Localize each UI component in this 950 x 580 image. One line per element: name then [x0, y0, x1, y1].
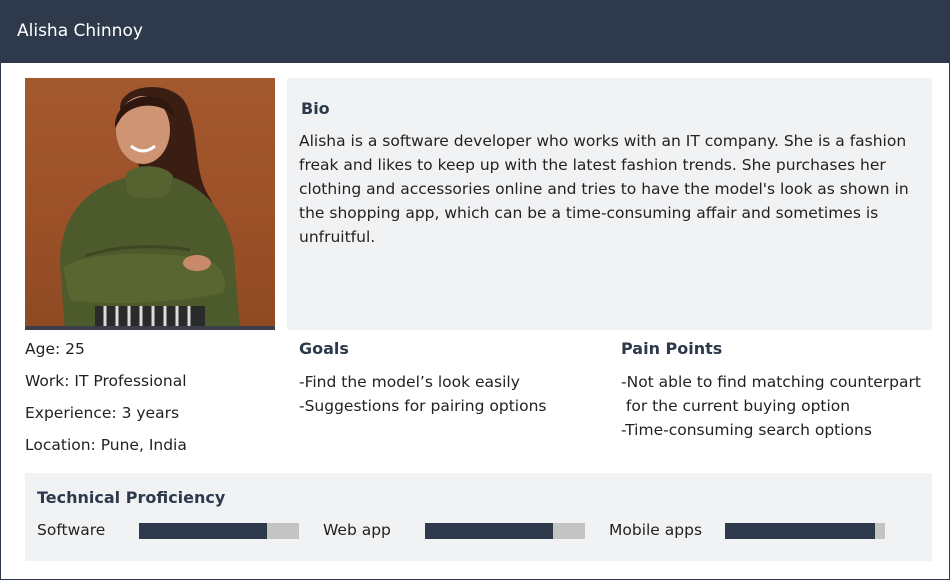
- pain-point-item: for the current buying option: [621, 397, 851, 415]
- detail-work: Work: IT Professional: [25, 372, 187, 390]
- bio-text: Alisha is a software developer who works…: [299, 132, 909, 246]
- goals-section: Goals -Find the model’s look easily -Sug…: [299, 338, 599, 418]
- pain-point-item: -Not able to find matching counterpart: [621, 373, 921, 391]
- skill-bar-mobile-apps: [725, 523, 885, 539]
- detail-age: Age: 25: [25, 340, 85, 358]
- pain-point-item: -Time-consuming search options: [621, 421, 872, 439]
- persona-photo: [25, 78, 275, 330]
- skill-bar-fill: [139, 523, 267, 539]
- skill-bar-web-app: [425, 523, 585, 539]
- technical-proficiency-heading: Technical Proficiency: [37, 488, 226, 507]
- pain-points-heading: Pain Points: [621, 339, 723, 358]
- pain-points-section: Pain Points -Not able to find matching c…: [621, 338, 931, 442]
- detail-experience: Experience: 3 years: [25, 404, 180, 422]
- skill-bar-software: [139, 523, 299, 539]
- bio-panel: Bio Alisha is a software developer who w…: [287, 78, 932, 330]
- bio-heading: Bio: [301, 99, 330, 118]
- header-bar: Alisha Chinnoy: [1, 1, 949, 63]
- skill-label-web-app: Web app: [323, 521, 391, 539]
- persona-name: Alisha Chinnoy: [17, 21, 143, 41]
- persona-details: Age: 25 Work: IT Professional Experience…: [25, 338, 285, 466]
- technical-proficiency-panel: Technical Proficiency Software Web app M…: [25, 473, 932, 561]
- goals-heading: Goals: [299, 339, 349, 358]
- goal-item: -Find the model’s look easily: [299, 373, 520, 391]
- goal-item: -Suggestions for pairing options: [299, 397, 547, 415]
- detail-location: Location: Pune, India: [25, 436, 187, 454]
- persona-card: Alisha Chinnoy Bio Alisha is a software …: [0, 0, 950, 580]
- skill-label-mobile-apps: Mobile apps: [609, 521, 703, 539]
- skill-bar-fill: [725, 523, 876, 539]
- skill-bar-fill: [425, 523, 553, 539]
- skill-label-software: Software: [37, 521, 106, 539]
